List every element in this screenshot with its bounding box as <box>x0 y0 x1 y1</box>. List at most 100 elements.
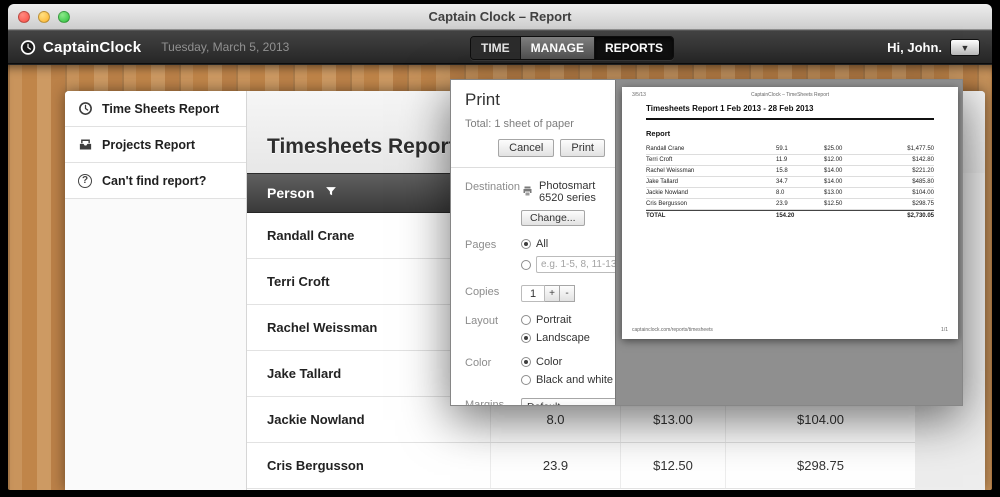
pages-all-radio[interactable] <box>521 239 531 249</box>
sidebar-item-projects-report[interactable]: Projects Report <box>65 127 246 163</box>
nav-time[interactable]: TIME <box>471 37 521 59</box>
preview-total-row: TOTAL 154.20 $2,730.05 <box>646 210 934 221</box>
preview-name-cell: Terri Croft <box>646 157 673 163</box>
report-sidebar: Time Sheets Report Projects Report Can't… <box>65 91 247 490</box>
destination-label: Destination <box>465 181 521 193</box>
filter-icon[interactable] <box>324 185 338 201</box>
preview-hours-cell: 23.9 <box>776 201 788 207</box>
preview-hours-cell: 11.9 <box>776 157 788 163</box>
cancel-button[interactable]: Cancel <box>498 139 555 157</box>
preview-amount-cell: $104.00 <box>912 190 934 196</box>
brand-name: CaptainClock <box>43 38 142 56</box>
user-greeting: Hi, John. <box>887 39 942 55</box>
printer-name: Photosmart 6520 series <box>539 180 596 204</box>
preview-name-cell: Jake Tallard <box>646 179 678 185</box>
preview-rate-cell <box>824 211 882 221</box>
preview-amount-cell: $2,730.05 <box>907 213 934 219</box>
preview-hours-cell: 15.8 <box>776 168 788 174</box>
copies-input[interactable] <box>521 285 545 302</box>
margins-label: Margins <box>465 399 505 406</box>
preview-amount-cell: $142.80 <box>912 157 934 163</box>
clock-logo-icon <box>20 37 36 58</box>
preview-hours-cell: 34.7 <box>776 179 788 185</box>
pages-all-label: All <box>536 238 549 250</box>
amount-cell: $298.75 <box>725 443 915 488</box>
hours-cell: 23.9 <box>490 443 620 488</box>
preview-table-row: Jake Tallard 34.7 $14.00 $485.80 <box>646 177 934 188</box>
preview-rate-cell: $14.00 <box>824 168 843 174</box>
nav-reports[interactable]: REPORTS <box>595 37 674 59</box>
app-logo[interactable]: CaptainClock <box>20 37 141 58</box>
sidebar-item-timesheets-report[interactable]: Time Sheets Report <box>65 91 246 127</box>
preview-report-title: Timesheets Report 1 Feb 2013 - 28 Feb 20… <box>646 104 934 120</box>
preview-rate-cell: $14.00 <box>824 179 843 185</box>
print-dialog: Print Total: 1 sheet of paper Cancel Pri… <box>450 79 963 406</box>
preview-amount-cell: $298.75 <box>912 201 934 207</box>
preview-table-row: Rachel Weissman 15.8 $14.00 $221.20 <box>646 166 934 177</box>
preview-amount-cell: $485.80 <box>912 179 934 185</box>
margins-select[interactable]: Default ▼ <box>521 398 621 405</box>
preview-table-row: Jackie Nowland 8.0 $13.00 $104.00 <box>646 188 934 199</box>
preview-table-row: Terri Croft 11.9 $12.00 $142.80 <box>646 155 934 166</box>
color-bw-label: Black and white <box>536 374 614 386</box>
color-bw-radio[interactable] <box>521 375 531 385</box>
preview-hours-cell: 154.20 <box>776 213 795 219</box>
preview-rate-cell: $12.00 <box>824 157 843 163</box>
person-header-label: Person <box>267 185 315 201</box>
preview-name-cell: TOTAL <box>646 213 666 219</box>
copies-row: Copies + - <box>451 285 615 302</box>
preview-amount-cell: $1,477.50 <box>907 146 934 152</box>
color-row: Color Color Black and white <box>451 356 615 386</box>
preview-table-row: Randall Crane 59.1 $25.00 $1,477.50 <box>646 144 934 155</box>
print-preview-page: 3/5/13 CaptainClock – TimeSheets Report … <box>622 87 958 339</box>
layout-landscape-radio[interactable] <box>521 333 531 343</box>
minimize-button[interactable] <box>38 11 50 23</box>
sidebar-item-label: Can't find report? <box>102 173 207 188</box>
preview-rate-cell: $12.50 <box>824 201 843 207</box>
chevron-down-icon: ▼ <box>960 42 970 53</box>
app-header: CaptainClock Tuesday, March 5, 2013 TIME… <box>8 30 992 64</box>
pages-range-radio[interactable] <box>521 259 531 270</box>
color-color-label: Color <box>536 356 563 368</box>
layout-label: Layout <box>465 315 499 327</box>
layout-portrait-radio[interactable] <box>521 315 531 325</box>
close-button[interactable] <box>18 11 30 23</box>
layout-portrait-label: Portrait <box>536 314 572 326</box>
dialog-divider <box>451 167 615 168</box>
preview-section-title: Report <box>646 129 671 138</box>
change-printer-button[interactable]: Change... <box>521 210 585 226</box>
user-menu-button[interactable]: ▼ <box>950 38 980 56</box>
print-button[interactable]: Print <box>560 139 605 157</box>
copies-decrement-button[interactable]: - <box>560 285 575 302</box>
titlebar: Captain Clock – Report <box>8 4 992 30</box>
current-date: Tuesday, March 5, 2013 <box>161 40 290 54</box>
person-cell: Cris Bergusson <box>267 458 364 473</box>
window-title: Captain Clock – Report <box>428 9 572 24</box>
main-nav: TIME MANAGE REPORTS <box>470 36 675 60</box>
print-dialog-title: Print <box>465 90 500 109</box>
table-row[interactable]: Cris Bergusson 23.9 $12.50 $298.75 <box>247 443 915 489</box>
preview-amount-cell: $221.20 <box>912 168 934 174</box>
pages-label: Pages <box>465 239 497 251</box>
desktop-background: Time Sheets Report Projects Report Can't… <box>8 65 992 490</box>
nav-manage[interactable]: MANAGE <box>520 37 596 59</box>
preview-footer-url: captainclock.com/reports/timesheets <box>632 327 713 333</box>
printer-icon <box>521 185 534 200</box>
page-title: Timesheets Report <box>267 135 456 158</box>
margins-selected-value: Default <box>527 401 560 405</box>
margins-row: Margins Default ▼ <box>451 398 621 406</box>
rate-cell: $12.50 <box>620 443 725 488</box>
preview-hours-cell: 8.0 <box>776 190 785 196</box>
zoom-button[interactable] <box>58 11 70 23</box>
print-preview-pane[interactable]: 3/5/13 CaptainClock – TimeSheets Report … <box>615 80 962 405</box>
copies-increment-button[interactable]: + <box>545 285 560 302</box>
layout-landscape-label: Landscape <box>536 332 590 344</box>
print-controls: Print Total: 1 sheet of paper Cancel Pri… <box>451 80 629 406</box>
clock-icon <box>77 101 93 116</box>
preview-table: Randall Crane 59.1 $25.00 $1,477.50 Terri Cr… <box>646 144 934 221</box>
help-icon <box>77 173 93 188</box>
sidebar-item-cant-find-report[interactable]: Can't find report? <box>65 163 246 199</box>
mac-window: Captain Clock – Report CaptainClock Tues… <box>8 4 992 490</box>
color-color-radio[interactable] <box>521 357 531 367</box>
print-total-sheets: Total: 1 sheet of paper <box>465 118 574 130</box>
